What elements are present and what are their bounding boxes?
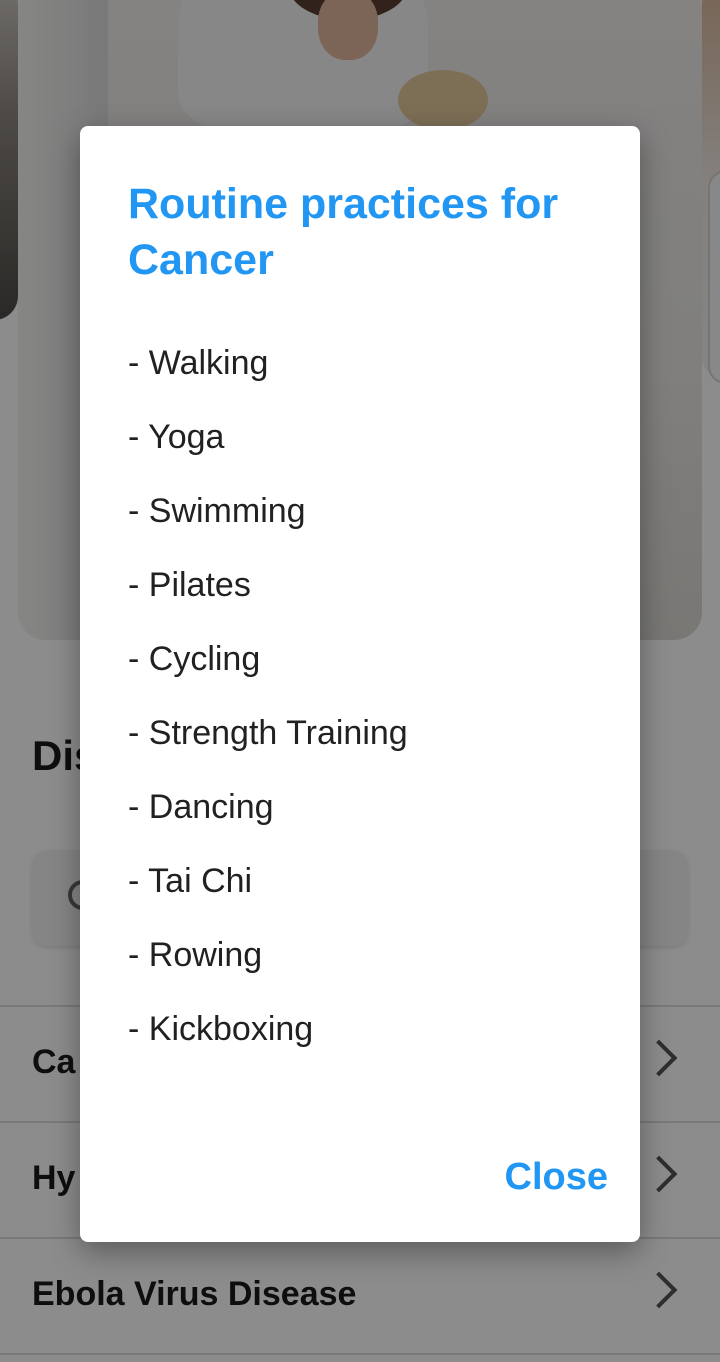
routine-item: - Swimming — [128, 492, 306, 530]
routine-item: - Kickboxing — [128, 1010, 314, 1048]
routine-item: - Pilates — [128, 566, 251, 604]
routine-list: - Walking - Yoga - Swimming - Pilates - … — [128, 340, 408, 1080]
routine-item: - Tai Chi — [128, 862, 253, 900]
routine-item: - Rowing — [128, 936, 263, 974]
app-screen: Dis Ca Hy Ebola Virus Disease Routine pr… — [0, 0, 720, 1362]
routine-item: - Walking — [128, 344, 269, 382]
close-button[interactable]: Close — [505, 1156, 608, 1199]
routine-item: - Cycling — [128, 640, 261, 678]
routine-item: - Strength Training — [128, 714, 408, 752]
routine-item: - Yoga — [128, 418, 225, 456]
dialog-title: Routine practices for Cancer — [128, 180, 559, 284]
routine-dialog: Routine practices for Cancer - Walking -… — [80, 126, 640, 1242]
routine-item: - Dancing — [128, 788, 274, 826]
